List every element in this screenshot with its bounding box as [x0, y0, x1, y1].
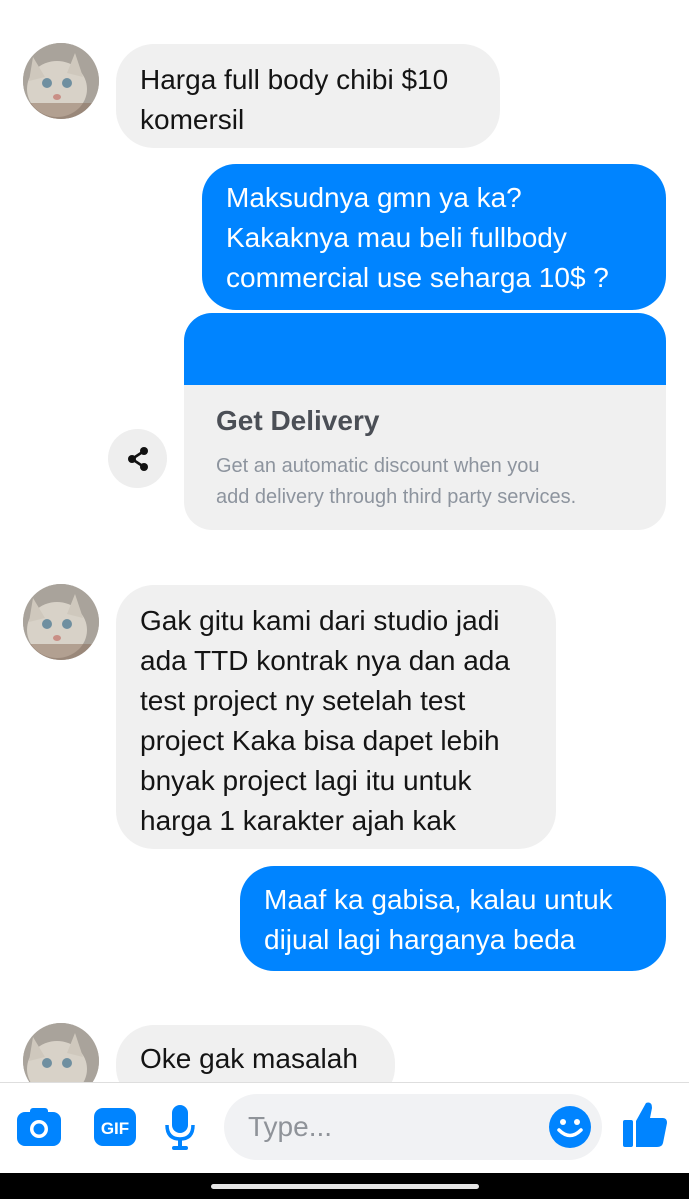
link-preview-card[interactable]: Get Delivery Get an automatic discount w…	[184, 313, 666, 530]
system-navigation-bar	[0, 1173, 689, 1199]
gif-button[interactable]: GIF	[93, 1107, 137, 1152]
message-composer: GIF	[0, 1083, 689, 1173]
like-icon	[623, 1102, 667, 1147]
message-input[interactable]	[224, 1094, 602, 1160]
message-outgoing[interactable]: Maksudnya gmn ya ka? Kakaknya mau beli f…	[202, 164, 666, 310]
voice-button[interactable]	[163, 1103, 197, 1156]
contact-avatar[interactable]	[23, 584, 99, 660]
message-outgoing[interactable]: Maaf ka gabisa, kalau untuk dijual lagi …	[240, 866, 666, 971]
message-incoming[interactable]: Gak gitu kami dari studio jadi ada TTD k…	[116, 585, 556, 849]
gif-icon: GIF	[94, 1108, 136, 1146]
share-icon	[127, 446, 148, 471]
link-preview-banner	[184, 313, 666, 385]
home-indicator[interactable]	[211, 1184, 479, 1189]
share-button[interactable]	[108, 429, 167, 488]
gif-label: GIF	[101, 1119, 129, 1138]
contact-avatar[interactable]	[23, 43, 99, 119]
cat-photo	[23, 43, 99, 119]
camera-button[interactable]	[16, 1107, 62, 1152]
camera-icon	[17, 1108, 61, 1146]
microphone-icon	[165, 1105, 195, 1150]
link-preview-title: Get Delivery	[216, 405, 380, 436]
link-preview-description: Get an automatic discount when you add d…	[216, 455, 577, 508]
cat-photo	[23, 584, 99, 660]
emoji-icon	[549, 1106, 591, 1148]
message-incoming[interactable]: Harga full body chibi $10 komersil	[116, 44, 500, 148]
like-button[interactable]	[622, 1099, 668, 1154]
emoji-button[interactable]	[548, 1105, 592, 1154]
